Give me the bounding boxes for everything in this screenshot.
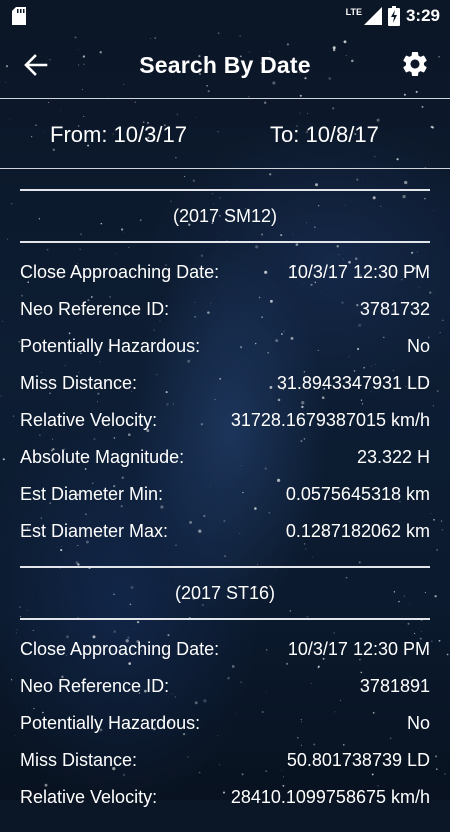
- star: [2, 458, 5, 461]
- detail-label: Close Approaching Date:: [20, 262, 220, 282]
- star: [431, 640, 433, 642]
- star: [0, 395, 2, 397]
- network-type: LTE: [345, 7, 362, 17]
- status-bar: LTE 3:29: [0, 0, 450, 32]
- detail-row: Relative Velocity: 31728.1679387015 km/h: [20, 402, 430, 439]
- detail-row: Neo Reference ID: 3781732: [20, 291, 430, 328]
- detail-value: 50.801738739 LD: [286, 750, 430, 770]
- detail-row: Est Diameter Min: 0.0575645318 km: [20, 476, 430, 513]
- date-range-divider: [0, 168, 450, 169]
- detail-row: Potentially Hazardous: No: [20, 705, 430, 742]
- detail-value: 3781732: [359, 299, 430, 319]
- star: [404, 180, 408, 185]
- detail-label: Est Diameter Min:: [20, 484, 164, 504]
- battery-charging-icon: [387, 6, 400, 26]
- detail-row: Neo Reference ID: 3781891: [20, 668, 430, 705]
- detail-value: 0.0575645318 km: [285, 484, 430, 504]
- star: [315, 183, 318, 187]
- detail-value: 31.8943347931 LD: [276, 373, 430, 393]
- detail-row: Potentially Hazardous: No: [20, 328, 430, 365]
- app-toolbar: Search By Date: [0, 32, 450, 98]
- star: [439, 332, 441, 334]
- star: [433, 209, 435, 211]
- star: [436, 549, 438, 551]
- page-title: Search By Date: [139, 52, 311, 78]
- detail-label: Est Diameter Max:: [20, 521, 169, 541]
- detail-row: Close Approaching Date: 10/3/17 12:30 PM: [20, 254, 430, 291]
- neo-name: (2017 SM12): [172, 206, 278, 226]
- neo-list[interactable]: (2017 SM12) Close Approaching Date: 10/3/1…: [20, 189, 430, 832]
- star: [434, 595, 437, 598]
- detail-label: Neo Reference ID:: [20, 299, 170, 319]
- detail-row: Miss Distance: 50.801738739 LD: [20, 742, 430, 779]
- star: [361, 176, 363, 178]
- star: [430, 512, 432, 514]
- star: [192, 179, 195, 182]
- detail-value: 10/3/17 12:30 PM: [287, 639, 430, 659]
- clock: 3:29: [405, 6, 440, 25]
- star: [1, 320, 4, 322]
- detail-value: 0.1287182062 km: [285, 521, 430, 541]
- star: [10, 679, 13, 681]
- star: [349, 175, 351, 176]
- star: [11, 203, 13, 205]
- star: [443, 772, 447, 775]
- star: [446, 653, 449, 656]
- star: [269, 173, 272, 176]
- detail-label: Close Approaching Date:: [20, 639, 220, 659]
- toolbar-divider: [0, 98, 450, 99]
- star: [440, 520, 443, 522]
- star: [356, 178, 359, 181]
- detail-row: Est Diameter Max: 0.1287182062 km: [20, 513, 430, 550]
- detail-label: Relative Velocity:: [20, 410, 158, 430]
- detail-row: Close Approaching Date: 10/3/17 12:30 PM: [20, 631, 430, 668]
- detail-value: 28410.1099758675 km/h: [230, 787, 430, 807]
- detail-label: Absolute Magnitude:: [20, 447, 185, 467]
- detail-value: 23.322 H: [356, 447, 430, 467]
- star: [6, 238, 9, 240]
- to-date[interactable]: To: 10/8/17: [270, 122, 379, 148]
- date-range: From: 10/3/17 To: 10/8/17: [0, 100, 450, 168]
- star: [15, 735, 16, 737]
- star: [442, 319, 444, 321]
- neo-name: (2017 ST16): [174, 583, 276, 603]
- detail-value: 10/3/17 12:30 PM: [287, 262, 430, 282]
- signal-icon: [363, 7, 382, 25]
- neo-card: (2017 ST16) Close Approaching Date: 10/3/1…: [20, 566, 430, 832]
- gear-icon[interactable]: [400, 49, 430, 79]
- star: [433, 518, 435, 521]
- from-date[interactable]: From: 10/3/17: [50, 122, 187, 148]
- detail-label: Miss Distance:: [20, 750, 138, 770]
- star: [441, 528, 444, 531]
- star: [438, 639, 441, 642]
- star: [432, 405, 434, 407]
- sd-card-icon: [12, 7, 26, 25]
- detail-label: Potentially Hazardous:: [20, 713, 201, 733]
- detail-row: Absolute Magnitude: 23.322 H: [20, 439, 430, 476]
- detail-value: 3781891: [359, 676, 430, 696]
- star: [184, 175, 186, 178]
- neo-card: (2017 SM12) Close Approaching Date: 10/3/1…: [20, 189, 430, 566]
- detail-value: 31728.1679387015 km/h: [230, 410, 430, 430]
- detail-label: Miss Distance:: [20, 373, 138, 393]
- star: [436, 768, 438, 770]
- star: [12, 415, 15, 417]
- detail-label: Neo Reference ID:: [20, 676, 170, 696]
- detail-label: Relative Velocity:: [20, 787, 158, 807]
- detail-row: Miss Distance: 31.8943347931 LD: [20, 365, 430, 402]
- detail-label: Potentially Hazardous:: [20, 336, 201, 356]
- detail-value: No: [406, 336, 430, 356]
- star: [15, 632, 17, 634]
- detail-value: No: [406, 713, 430, 733]
- star: [436, 390, 439, 393]
- star: [435, 755, 438, 758]
- star: [16, 628, 18, 630]
- detail-row: Relative Velocity: 28410.1099758675 km/h: [20, 779, 430, 816]
